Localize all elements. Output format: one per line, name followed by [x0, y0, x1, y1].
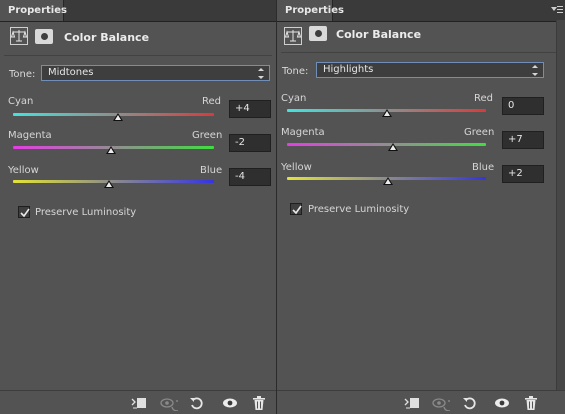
- panel-footer: [0, 390, 276, 414]
- header-divider: [4, 55, 272, 56]
- view-previous-state-icon[interactable]: [432, 395, 455, 412]
- magenta-green-slider-track[interactable]: [287, 143, 486, 146]
- tone-select[interactable]: Highlights: [316, 62, 544, 78]
- properties-tab[interactable]: Properties: [277, 0, 344, 21]
- clip-to-layer-icon[interactable]: [404, 395, 420, 411]
- tone-label: Tone:: [282, 66, 309, 77]
- layer-mask-icon[interactable]: [309, 26, 327, 41]
- slider-left-label-cyan: Cyan: [8, 96, 34, 107]
- delete-trash-icon[interactable]: [523, 395, 539, 411]
- preserve-luminosity-checkbox[interactable]: [290, 203, 302, 215]
- preserve-luminosity-label: Preserve Luminosity: [308, 204, 410, 215]
- reset-icon[interactable]: [462, 395, 478, 411]
- slider-right-label-blue: Blue: [472, 162, 495, 173]
- slider-left-label-yellow: Yellow: [281, 162, 312, 173]
- panel-tab-bar: Properties: [277, 0, 565, 22]
- cyan-red-value-field[interactable]: +4: [229, 100, 271, 118]
- tone-select-value: Midtones: [48, 67, 94, 78]
- properties-panel-highlights: Properties Color Balance Tone: Highlight…: [277, 0, 565, 414]
- scales-icon: [10, 27, 28, 45]
- tone-label: Tone:: [9, 69, 36, 80]
- scales-icon: [284, 27, 302, 45]
- tone-select-value: Highlights: [323, 64, 374, 75]
- slider-right-label-red: Red: [474, 93, 493, 104]
- cyan-red-value-field[interactable]: 0: [502, 97, 544, 115]
- adjustment-title: Color Balance: [336, 28, 422, 41]
- magenta-green-value-field[interactable]: +7: [502, 131, 544, 149]
- clip-to-layer-icon[interactable]: [131, 395, 147, 411]
- panel-header: Color Balance: [277, 22, 565, 53]
- slider-left-label-yellow: Yellow: [8, 165, 39, 176]
- header-divider: [281, 52, 561, 53]
- select-arrows-icon: [532, 65, 539, 76]
- preserve-luminosity-checkbox[interactable]: [18, 206, 30, 218]
- yellow-blue-value-field[interactable]: +2: [502, 165, 544, 183]
- slider-left-label-magenta: Magenta: [281, 127, 325, 138]
- panel-footer: [277, 390, 565, 414]
- slider-right-label-red: Red: [202, 96, 221, 107]
- delete-trash-icon[interactable]: [251, 395, 267, 411]
- slider-left-label-cyan: Cyan: [281, 93, 307, 104]
- view-previous-state-icon[interactable]: [160, 395, 183, 412]
- properties-panel-midtones: Properties Color Balance Tone: Midtones …: [0, 0, 276, 414]
- layer-mask-icon[interactable]: [35, 29, 53, 44]
- magenta-green-value-field[interactable]: -2: [229, 134, 271, 152]
- select-arrows-icon: [258, 68, 265, 79]
- slider-left-label-magenta: Magenta: [8, 130, 52, 141]
- yellow-blue-value-field[interactable]: -4: [229, 168, 271, 186]
- visibility-eye-icon[interactable]: [222, 395, 238, 411]
- properties-tab[interactable]: Properties: [0, 0, 67, 21]
- preserve-luminosity-label: Preserve Luminosity: [35, 207, 137, 218]
- slider-right-label-green: Green: [192, 130, 223, 141]
- panel-tab-bar: Properties: [0, 0, 276, 22]
- tone-select[interactable]: Midtones: [41, 65, 270, 81]
- slider-right-label-blue: Blue: [200, 165, 223, 176]
- panel-menu-icon[interactable]: [551, 4, 563, 16]
- adjustment-title: Color Balance: [64, 31, 150, 44]
- slider-right-label-green: Green: [464, 127, 495, 138]
- panel-scrollbar[interactable]: [556, 20, 565, 390]
- visibility-eye-icon[interactable]: [494, 395, 510, 411]
- reset-icon[interactable]: [189, 395, 205, 411]
- panel-header: Color Balance: [0, 22, 276, 53]
